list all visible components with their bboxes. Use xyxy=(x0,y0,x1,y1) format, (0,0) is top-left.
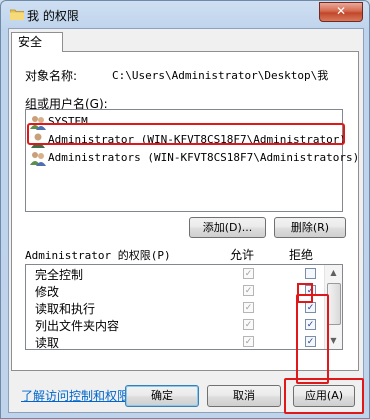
window-title: 我 的权限 xyxy=(27,9,79,23)
scroll-thumb[interactable] xyxy=(327,283,341,325)
permission-name: 读取和执行 xyxy=(35,302,96,316)
remove-button[interactable]: 删除(R) xyxy=(274,217,346,238)
dialog-client: 安全 对象名称: C:\Users\Administrator\Desktop\… xyxy=(8,28,364,413)
allow-checkbox[interactable]: ✓ xyxy=(243,319,254,330)
highlight-box xyxy=(27,123,345,145)
scroll-up-arrow-icon[interactable]: ▲ xyxy=(325,265,342,281)
permission-name: 列出文件夹内容 xyxy=(35,319,120,333)
deny-checkbox[interactable] xyxy=(305,268,316,279)
permission-row-modify: 修改 ✓ ✓ xyxy=(26,282,326,299)
tab-security[interactable]: 安全 xyxy=(11,32,63,52)
permissions-header: Administrator 的权限(P) xyxy=(25,249,171,262)
permission-name: 完全控制 xyxy=(35,268,84,282)
object-name-value: C:\Users\Administrator\Desktop\我 xyxy=(112,69,329,82)
permission-row-list-folder: 列出文件夹内容 ✓ ✓ xyxy=(26,316,326,333)
object-name-label: 对象名称: xyxy=(25,69,78,83)
permissions-dialog: 我 的权限 ✕ 安全 对象名称: C:\Users\Administrator\… xyxy=(0,0,370,419)
allow-column-header: 允许 xyxy=(230,248,255,262)
allow-checkbox[interactable]: ✓ xyxy=(243,302,254,313)
add-button[interactable]: 添加(D)... xyxy=(189,217,266,238)
list-item-administrators[interactable]: Administrators (WIN-KFVT8CS18F7\Administ… xyxy=(28,149,359,167)
permission-row-read-execute: 读取和执行 ✓ ✓ xyxy=(26,299,326,316)
title-bar[interactable]: 我 的权限 ✕ xyxy=(1,1,369,29)
permission-row-read: 读取 ✓ ✓ xyxy=(26,333,326,350)
allow-checkbox[interactable]: ✓ xyxy=(243,268,254,279)
permission-name: 读取 xyxy=(35,336,60,350)
highlight-box xyxy=(296,294,329,384)
permission-row-full-control: 完全控制 ✓ xyxy=(26,265,326,282)
highlight-box xyxy=(284,378,364,414)
cancel-button[interactable]: 取消 xyxy=(207,385,281,407)
users-group-icon xyxy=(30,152,46,166)
learn-more-link[interactable]: 了解访问控制和权限 xyxy=(21,387,129,404)
list-item-label: Administrators (WIN-KFVT8CS18F7\Administ… xyxy=(48,151,360,164)
permission-name: 修改 xyxy=(35,285,60,299)
allow-checkbox[interactable]: ✓ xyxy=(243,336,254,347)
close-button[interactable]: ✕ xyxy=(319,2,363,22)
allow-checkbox[interactable]: ✓ xyxy=(243,285,254,296)
deny-column-header: 拒绝 xyxy=(289,248,314,262)
folder-icon xyxy=(10,9,24,20)
ok-button[interactable]: 确定 xyxy=(125,385,199,407)
